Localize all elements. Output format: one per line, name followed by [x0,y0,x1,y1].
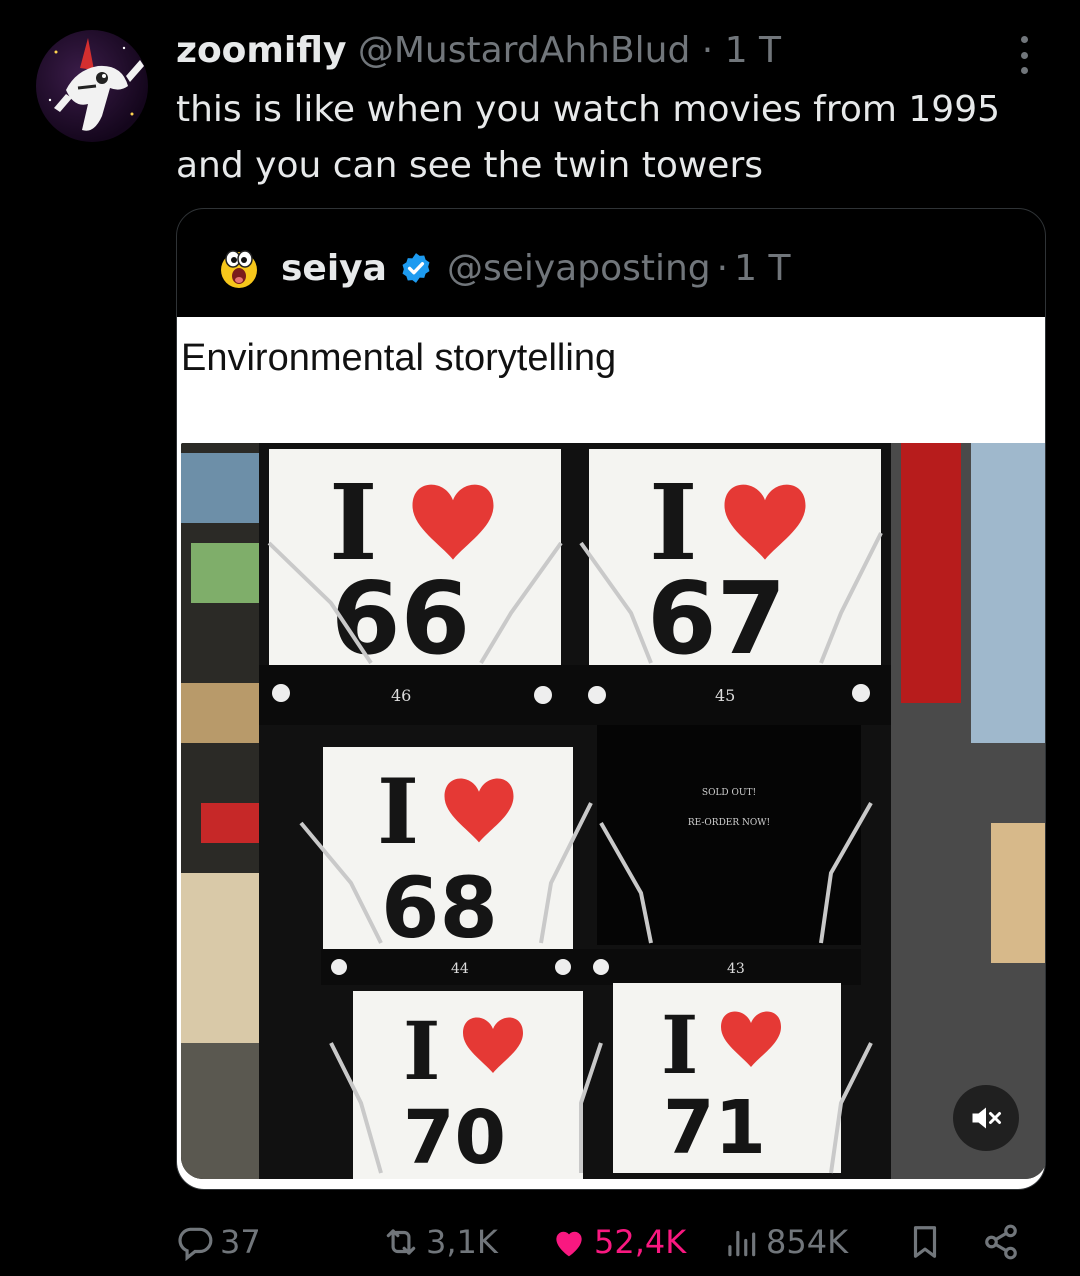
card-letter-68: I [377,759,419,865]
bookmark-icon [913,1226,937,1258]
card-letter-71: I [661,998,698,1092]
header-separator: · [701,30,714,71]
post-text: this is like when you watch movies from … [176,89,1001,186]
quoted-author-avatar[interactable] [217,246,261,290]
card-number-71: 71 [663,1085,766,1171]
reply-icon [178,1227,213,1261]
post-actions: 37 3,1K 52,4K 854K [176,1212,1056,1272]
views-button[interactable]: 854K [722,1212,848,1272]
like-button[interactable]: 52,4K [550,1212,686,1272]
media-caption: Environmental storytelling [181,337,617,379]
shelf-label-44: 44 [451,961,469,977]
view-count: 854K [766,1223,849,1261]
quoted-post-header: seiya @seiyaposting · 1 T [217,237,790,299]
quoted-author-handle[interactable]: @seiyaposting [447,248,711,289]
quoted-post-time: 1 T [734,247,791,289]
card-rack-photo[interactable]: I 66 I 67 46 45 I 68 SOLD OUT! RE-ORDER … [181,443,1045,1179]
reply-button[interactable]: 37 [176,1212,261,1272]
post-header: zoomifly @MustardAhhBlud · 1 T [176,30,781,72]
author-name[interactable]: zoomifly [176,30,346,71]
quoted-media[interactable]: Environmental storytelling I 66 I 67 46 … [177,317,1045,1189]
verified-badge-icon [399,251,433,285]
quoted-header-separator: · [716,247,729,289]
reorder-text: RE-ORDER NOW! [688,818,770,828]
heart-filled-icon [556,1231,582,1257]
mute-toggle-button[interactable] [953,1085,1019,1151]
like-count: 52,4K [594,1223,687,1261]
author-avatar[interactable] [36,30,148,142]
quoted-post-card[interactable]: seiya @seiyaposting · 1 T Environmental … [176,208,1046,1190]
card-letter-70: I [403,1004,440,1098]
shelf-label-43: 43 [727,961,745,977]
card-number-67: 67 [647,560,786,677]
speaker-muted-icon [972,1107,1001,1129]
card-number-66: 66 [331,560,470,677]
share-icon [985,1224,1017,1260]
bookmark-button[interactable] [906,1212,950,1272]
post-time[interactable]: 1 T [725,30,781,71]
card-number-68: 68 [381,859,498,957]
repost-count: 3,1K [426,1223,498,1261]
share-button[interactable] [982,1212,1026,1272]
shelf-label-46: 46 [391,686,411,705]
sold-out-text: SOLD OUT! [702,788,756,798]
reply-count: 37 [220,1223,261,1261]
shelf-label-45: 45 [715,686,735,705]
card-number-70: 70 [403,1095,506,1179]
more-options-icon[interactable] [1012,36,1036,74]
views-chart-icon [728,1230,756,1257]
quoted-author-name[interactable]: seiya [281,248,387,289]
author-handle[interactable]: @MustardAhhBlud [358,30,690,71]
repost-button[interactable]: 3,1K [382,1212,498,1272]
repost-icon [386,1229,416,1255]
